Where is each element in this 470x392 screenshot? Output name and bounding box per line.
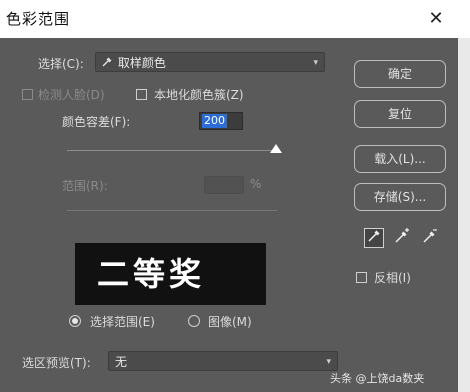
eyedropper-icon [102, 53, 114, 73]
select-dropdown[interactable]: 取样颜色 ▾ [95, 52, 325, 72]
fuzziness-value: 200 [202, 114, 227, 128]
fuzziness-input[interactable]: 200 [199, 112, 243, 130]
chevron-down-icon: ▾ [326, 357, 331, 367]
eyedropper-plus-tool[interactable] [392, 228, 412, 248]
reset-button[interactable]: 复位 [354, 100, 446, 128]
fuzziness-label: 颜色容差(F): [62, 115, 131, 129]
radio-image[interactable] [188, 315, 200, 327]
title-bar: 色彩范围 ✕ [0, 0, 470, 38]
selection-preview-value: 无 [115, 355, 128, 369]
fuzziness-slider-thumb[interactable] [270, 144, 282, 153]
selection-preview-label: 选区预览(T): [22, 356, 91, 370]
window-title: 色彩范围 [6, 10, 71, 28]
local-color-label: 本地化颜色簇(Z) [154, 88, 244, 102]
radio-image-label: 图像(M) [208, 315, 252, 329]
close-icon: ✕ [428, 8, 444, 29]
range-unit: % [250, 177, 262, 191]
selection-preview-dropdown[interactable]: 无 ▾ [108, 351, 338, 371]
select-value: 取样颜色 [117, 56, 166, 70]
color-range-dialog: 选择(C): 取样颜色 ▾ 检测人脸(D) 本地化颜色簇(Z) 颜色容差(F):… [0, 38, 458, 392]
preview-text: 二等奖 [97, 255, 206, 293]
select-label: 选择(C): [38, 57, 84, 71]
range-label: 范围(R): [62, 179, 108, 193]
background-strip [458, 38, 470, 392]
local-color-checkbox[interactable] [136, 89, 147, 100]
invert-checkbox[interactable] [356, 272, 367, 283]
detect-faces-label: 检测人脸(D) [38, 88, 105, 102]
range-input[interactable] [204, 176, 244, 194]
eyedropper-tool[interactable] [364, 228, 384, 248]
save-button[interactable]: 存储(S)... [354, 183, 446, 211]
radio-selection-label: 选择范围(E) [90, 315, 155, 329]
radio-selection[interactable] [69, 315, 81, 327]
ok-button[interactable]: 确定 [354, 60, 446, 88]
preview-image: 二等奖 [75, 243, 266, 305]
close-button[interactable]: ✕ [418, 4, 454, 34]
invert-label: 反相(I) [374, 271, 411, 285]
watermark: 头条 @上饶da数夹 [330, 372, 425, 385]
chevron-down-icon: ▾ [313, 58, 318, 68]
eyedropper-minus-tool[interactable] [420, 228, 440, 248]
fuzziness-slider-track[interactable] [67, 150, 277, 151]
detect-faces-checkbox[interactable] [22, 89, 33, 100]
range-slider-track[interactable] [67, 210, 277, 211]
load-button[interactable]: 载入(L)... [354, 145, 446, 173]
